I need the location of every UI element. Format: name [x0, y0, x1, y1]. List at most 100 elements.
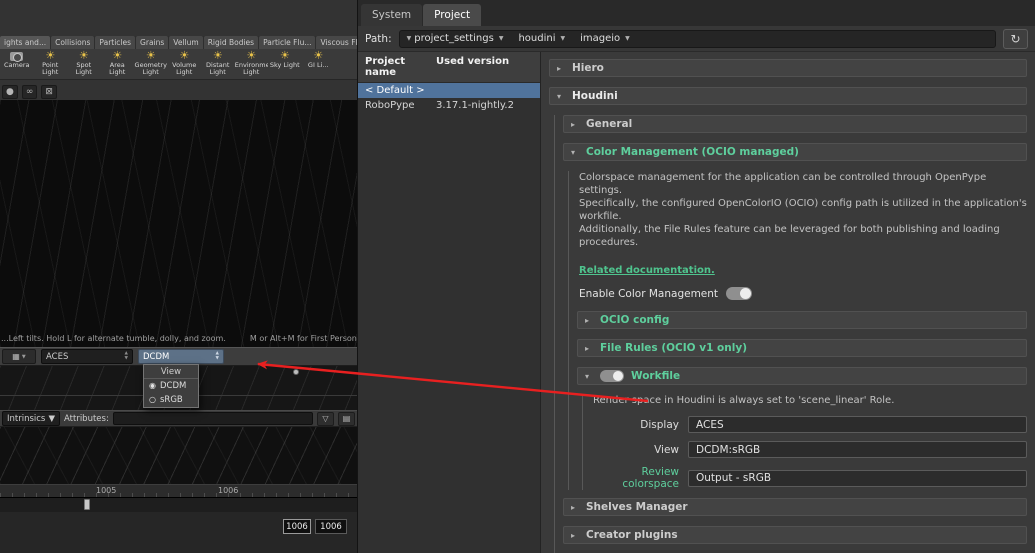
view-label: View — [654, 443, 679, 456]
attributes-input[interactable] — [112, 412, 313, 425]
refresh-button[interactable]: ↻ — [1003, 28, 1028, 49]
section-houdini[interactable]: ▾ Houdini — [549, 87, 1027, 105]
settings-tree: ▸ Hiero ▾ Houdini ▸ General ▾ Color Mana… — [541, 52, 1035, 553]
shelf-tool-geometry-light[interactable]: ☀ Geometry Light — [134, 49, 168, 79]
shelf-tool-environment-light[interactable]: ☀ Environment Light — [235, 49, 269, 79]
viewport-colorspace-combo[interactable]: ACES ▲ ▼ — [41, 349, 133, 364]
workfile-content: Render space in Houdini is always set to… — [582, 395, 1027, 490]
shelf-tool-area-light[interactable]: ☀ Area Light — [101, 49, 135, 79]
view-input[interactable]: DCDM:sRGB — [688, 441, 1027, 458]
filter-icon[interactable]: ▽ — [317, 411, 334, 426]
spreadsheet-toolbar: Intrinsics ▼ Attributes: ▽ ▤ — [0, 410, 357, 427]
chevron-right-icon: ▸ — [557, 63, 562, 73]
spinner-icon: ▲ ▼ — [124, 351, 128, 361]
shelf-tool-label: Area Light — [109, 62, 126, 77]
shelf-tab[interactable]: Rigid Bodies — [203, 36, 259, 49]
chevron-down-icon: ▼ — [498, 35, 504, 42]
review-colorspace-field-row: Review colorspace Output - sRGB — [591, 466, 1027, 490]
chevron-right-icon: ▸ — [571, 502, 576, 512]
shelf-tab[interactable]: Grains — [136, 36, 169, 49]
section-creator-plugins[interactable]: ▸ Creator plugins — [563, 526, 1027, 544]
shelf-tool-sky-light[interactable]: ☀ Sky Light — [268, 49, 302, 79]
display-options-icon[interactable]: ● — [2, 84, 18, 99]
colorspace-value: ACES — [46, 351, 69, 362]
gamma-pin-handle[interactable] — [293, 369, 299, 375]
section-color-management[interactable]: ▾ Color Management (OCIO managed) — [563, 143, 1027, 161]
section-file-rules[interactable]: ▸ File Rules (OCIO v1 only) — [577, 339, 1027, 357]
playbar-track[interactable] — [0, 497, 357, 512]
shelf-tool-label: Spot Light — [75, 62, 92, 77]
viewport-status-bar: ...Left tilts. Hold L for alternate tumb… — [0, 334, 357, 343]
shelf-tab[interactable]: ights and... — [0, 36, 51, 49]
tab-project[interactable]: Project — [423, 4, 482, 26]
status-hint: ...Left tilts. Hold L for alternate tumb… — [1, 334, 226, 343]
section-hiero[interactable]: ▸ Hiero — [549, 59, 1027, 77]
section-workfile[interactable]: ▾ Workfile — [577, 367, 1027, 385]
viewport-grid-area[interactable] — [0, 427, 357, 484]
shelf-tool-label: Geometry Light — [134, 62, 167, 77]
shelf-tool-volume-light[interactable]: ☀ Volume Light — [168, 49, 202, 79]
attribute-group-combo[interactable]: Intrinsics ▼ — [2, 411, 60, 426]
breadcrumb-item[interactable]: imageio ▼ — [580, 33, 630, 44]
section-general[interactable]: ▸ General — [563, 115, 1027, 133]
chevron-right-icon: ▸ — [585, 343, 590, 353]
shelf-tool-camera[interactable]: Camera — [0, 49, 34, 79]
shelf-tool-distant-light[interactable]: ☀ Distant Light — [201, 49, 235, 79]
chevron-right-icon: ▸ — [585, 315, 590, 325]
project-row-default[interactable]: < Default > — [358, 83, 540, 98]
project-list-header: Project name Used version — [358, 52, 540, 83]
shelf-tool-point-light[interactable]: ☀ Point Light — [34, 49, 68, 79]
panel-options-icon[interactable]: ▤ — [338, 411, 355, 426]
shelf-tab[interactable]: Collisions — [51, 36, 95, 49]
workfile-toggle[interactable] — [600, 370, 624, 382]
color-correction-menu-button[interactable]: ▦ ▼ — [2, 349, 36, 364]
color-management-description: Colorspace management for the applicatio… — [579, 172, 1027, 248]
project-row-robopype[interactable]: RoboPype 3.17.1-nightly.2 — [358, 98, 540, 113]
view-menu-item-label: sRGB — [159, 395, 183, 405]
shelf-tool-gi-light[interactable]: ☀ GI Li... — [302, 49, 336, 79]
shelf-tab[interactable]: Particle Flu... — [259, 36, 316, 49]
shelf-tool-label: Sky Light — [269, 62, 300, 69]
section-ocio-config[interactable]: ▸ OCIO config — [577, 311, 1027, 329]
snapshot-icon[interactable]: ⊠ — [41, 84, 57, 99]
grid-icon: ▦ — [12, 352, 20, 361]
section-shelves-manager[interactable]: ▸ Shelves Manager — [563, 498, 1027, 516]
path-root-dropdown-icon[interactable]: ▼ — [407, 35, 412, 42]
shelf-tab[interactable]: Viscous Flu... — [316, 36, 357, 49]
timeline-ruler[interactable]: 1005 1006 — [0, 484, 357, 497]
chevron-down-icon: ▾ — [571, 147, 576, 157]
enable-color-management-toggle[interactable] — [726, 287, 753, 300]
houdini-section-content: ▸ General ▾ Color Management (OCIO manag… — [554, 115, 1027, 553]
view-menu-item-dcdm[interactable]: ◉ DCDM — [144, 379, 198, 393]
chevron-down-icon: ▼ — [21, 353, 26, 360]
shelf-tab[interactable]: Vellum — [169, 36, 203, 49]
viewport-display-combo[interactable]: DCDM ▲ ▼ — [138, 349, 224, 364]
chevron-down-icon: ▼ — [48, 413, 55, 424]
tab-system[interactable]: System — [361, 4, 423, 26]
group-value: Intrinsics — [7, 413, 46, 424]
breadcrumb-item[interactable]: project_settings ▼ — [414, 33, 503, 44]
scene-viewport[interactable] — [0, 100, 357, 347]
shelf-tool-label: Point Light — [42, 62, 59, 77]
view-field-row: View DCDM:sRGB — [591, 441, 1027, 458]
chevron-right-icon: ▸ — [571, 119, 576, 129]
current-frame-field[interactable]: 1006 — [283, 519, 311, 534]
range-end-field[interactable]: 1006 — [315, 519, 347, 534]
shelf-tools-bar: Camera ☀ Point Light ☀ Spot Light ☀ Area… — [0, 49, 357, 80]
review-colorspace-input[interactable]: Output - sRGB — [688, 469, 1027, 487]
workfile-note: Render space in Houdini is always set to… — [593, 395, 895, 406]
view-dropdown-menu: View ◉ DCDM ○ sRGB — [143, 364, 199, 408]
light-icon: ☀ — [45, 49, 56, 62]
view-menu-item-srgb[interactable]: ○ sRGB — [144, 393, 198, 407]
stereo-glasses-icon[interactable]: ∞ — [21, 84, 38, 99]
shelf-tool-label: Volume Light — [172, 62, 197, 77]
shelf-tool-spot-light[interactable]: ☀ Spot Light — [67, 49, 101, 79]
display-input[interactable]: ACES — [688, 416, 1027, 433]
light-icon: ☀ — [279, 49, 290, 62]
breadcrumb-item[interactable]: houdini ▼ — [518, 33, 565, 44]
documentation-link[interactable]: Related documentation. — [579, 265, 715, 276]
light-icon: ☀ — [246, 49, 257, 62]
shelf-tab-bar: ights and... Collisions Particles Grains… — [0, 36, 357, 49]
playbar-handle[interactable] — [84, 499, 90, 510]
shelf-tab[interactable]: Particles — [95, 36, 136, 49]
